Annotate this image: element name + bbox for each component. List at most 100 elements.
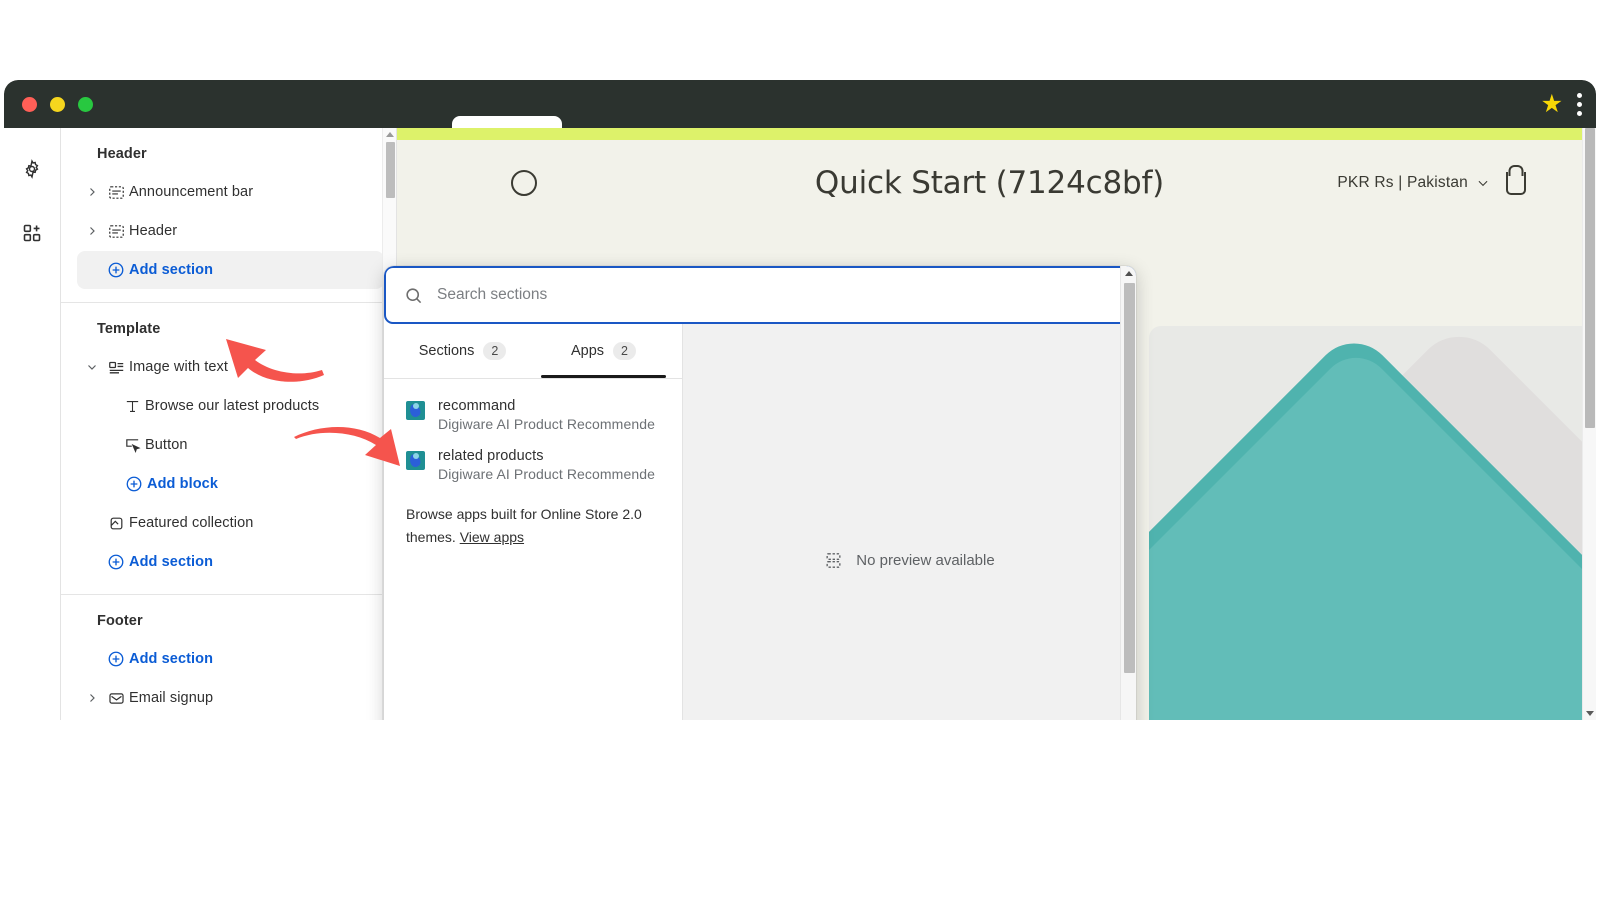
scroll-down-icon[interactable] bbox=[1586, 711, 1594, 716]
circle-plus-icon bbox=[121, 475, 147, 493]
sidebar-scrollbar-thumb[interactable] bbox=[386, 142, 395, 198]
text-icon bbox=[119, 398, 145, 415]
scroll-up-icon[interactable] bbox=[1125, 271, 1133, 276]
announcement-bar bbox=[397, 128, 1582, 140]
star-icon[interactable]: ★ bbox=[1541, 91, 1563, 117]
circle-plus-icon bbox=[103, 553, 129, 571]
sidebar-item-announcement-bar[interactable]: Announcement bar bbox=[77, 173, 384, 211]
close-window-button[interactable] bbox=[22, 96, 37, 112]
sidebar-item-label: Announcement bar bbox=[129, 184, 254, 200]
search-sections-field[interactable] bbox=[384, 266, 1136, 324]
storefront-header: Quick Start (7124c8bf) PKR Rs | Pakistan bbox=[397, 140, 1582, 226]
scroll-up-icon[interactable] bbox=[386, 132, 394, 137]
view-apps-link[interactable]: View apps bbox=[460, 529, 524, 545]
sidebar-item-label: Header bbox=[129, 223, 178, 239]
section-picker-tabs: Sections 2 Apps 2 bbox=[384, 324, 682, 378]
sidebar-item-partial[interactable] bbox=[77, 718, 384, 720]
browser-titlebar: ★ bbox=[4, 80, 1596, 132]
gear-icon[interactable] bbox=[17, 154, 47, 184]
sidebar-group-footer: Footer Add section Email signup bbox=[61, 595, 396, 720]
search-input[interactable] bbox=[437, 286, 1116, 304]
image-placeholder bbox=[1149, 326, 1582, 720]
section-picker-body: Sections 2 Apps 2 recommand Digiware AI … bbox=[384, 324, 1136, 720]
app-name: related products bbox=[438, 448, 544, 464]
add-block-button[interactable]: Add block bbox=[117, 465, 384, 503]
editor-icon-rail bbox=[4, 128, 60, 720]
section-picker-list-pane: Sections 2 Apps 2 recommand Digiware AI … bbox=[384, 324, 682, 720]
sidebar-heading-header: Header bbox=[97, 146, 147, 162]
app-description: Digiware AI Product Recommende bbox=[438, 416, 655, 432]
app-icon bbox=[406, 401, 425, 420]
chevron-right-icon[interactable] bbox=[81, 692, 103, 704]
sidebar-group-template: Template Image with text Browse our late… bbox=[61, 303, 396, 595]
picker-scrollbar-thumb[interactable] bbox=[1124, 283, 1135, 673]
section-picker-modal: Sections 2 Apps 2 recommand Digiware A bbox=[384, 266, 1136, 720]
apps-list: recommand Digiware AI Product Recommende… bbox=[384, 379, 682, 549]
app-name: recommand bbox=[438, 398, 516, 414]
maximize-window-button[interactable] bbox=[78, 96, 93, 112]
picker-scrollbar[interactable] bbox=[1120, 266, 1136, 720]
sidebar-block-button[interactable]: Button bbox=[115, 426, 384, 464]
chevron-down-icon[interactable] bbox=[81, 361, 103, 373]
sidebar-block-label: Button bbox=[145, 437, 188, 453]
circle-plus-icon bbox=[103, 650, 129, 668]
add-section-label: Add section bbox=[129, 651, 214, 667]
browse-apps-note: Browse apps built for Online Store 2.0 t… bbox=[384, 491, 682, 549]
section-icon bbox=[103, 223, 129, 240]
storefront-header-right: PKR Rs | Pakistan bbox=[1337, 171, 1526, 195]
currency-selector[interactable]: PKR Rs | Pakistan bbox=[1337, 174, 1490, 192]
add-section-label: Add section bbox=[129, 262, 214, 278]
app-icon bbox=[406, 451, 425, 470]
browser-toolbar-right: ★ bbox=[1541, 80, 1582, 128]
currency-label: PKR Rs | Pakistan bbox=[1337, 174, 1468, 191]
circle-plus-icon bbox=[103, 261, 129, 279]
tab-label: Sections bbox=[418, 343, 475, 359]
app-description: Digiware AI Product Recommende bbox=[438, 466, 655, 482]
sidebar-heading-footer: Footer bbox=[97, 613, 143, 629]
sidebar-item-header[interactable]: Header bbox=[77, 212, 384, 250]
tab-count-badge: 2 bbox=[483, 342, 507, 360]
section-preview-pane: No preview available bbox=[682, 324, 1136, 720]
sidebar-heading-template: Template bbox=[97, 321, 161, 337]
chevron-right-icon[interactable] bbox=[81, 186, 103, 198]
no-preview-message: No preview available bbox=[824, 551, 995, 570]
tab-label: Apps bbox=[570, 343, 605, 359]
add-section-button-footer[interactable]: Add section bbox=[77, 640, 384, 678]
preview-scrollbar[interactable] bbox=[1582, 128, 1596, 720]
cart-icon[interactable] bbox=[1506, 171, 1526, 195]
no-preview-icon bbox=[824, 551, 843, 570]
sidebar-item-email-signup[interactable]: Email signup bbox=[77, 679, 384, 717]
tab-apps[interactable]: Apps 2 bbox=[533, 324, 674, 378]
minimize-window-button[interactable] bbox=[50, 96, 65, 112]
button-icon bbox=[119, 437, 145, 454]
add-section-button-header[interactable]: Add section bbox=[77, 251, 384, 289]
image-with-text-icon bbox=[103, 359, 129, 376]
sidebar-item-label: Image with text bbox=[129, 359, 229, 375]
envelope-icon bbox=[103, 690, 129, 707]
preview-scrollbar-thumb[interactable] bbox=[1585, 128, 1595, 428]
add-block-label: Add block bbox=[147, 476, 218, 492]
tab-sections[interactable]: Sections 2 bbox=[392, 324, 533, 378]
apps-add-icon[interactable] bbox=[17, 218, 47, 248]
sidebar-group-header: Header Announcement bar Header Add secti… bbox=[61, 128, 396, 303]
chevron-down-icon bbox=[1478, 180, 1488, 187]
add-section-label: Add section bbox=[129, 554, 214, 570]
search-icon[interactable] bbox=[511, 170, 537, 196]
sidebar-item-label: Featured collection bbox=[129, 515, 254, 531]
collection-icon bbox=[103, 515, 129, 532]
sidebar-item-featured-collection[interactable]: Featured collection bbox=[77, 504, 384, 542]
search-icon bbox=[404, 286, 423, 305]
add-section-button-template[interactable]: Add section bbox=[77, 543, 384, 581]
kebab-menu-icon[interactable] bbox=[1577, 92, 1582, 116]
chevron-right-icon[interactable] bbox=[81, 225, 103, 237]
sidebar-block-label: Browse our latest products bbox=[145, 398, 320, 414]
sidebar-item-label: Email signup bbox=[129, 690, 214, 706]
list-item[interactable]: recommand Digiware AI Product Recommende bbox=[384, 391, 682, 441]
sidebar-item-image-with-text[interactable]: Image with text bbox=[77, 348, 384, 386]
section-tree-sidebar[interactable]: Header Announcement bar Header Add secti… bbox=[60, 128, 397, 720]
list-item[interactable]: related products Digiware AI Product Rec… bbox=[384, 441, 682, 491]
browser-window: ★ Header Announcement bar Header Add sec… bbox=[4, 80, 1596, 720]
tab-count-badge: 2 bbox=[613, 342, 636, 360]
no-preview-label: No preview available bbox=[856, 551, 995, 569]
sidebar-block-heading-text[interactable]: Browse our latest products bbox=[115, 387, 384, 425]
